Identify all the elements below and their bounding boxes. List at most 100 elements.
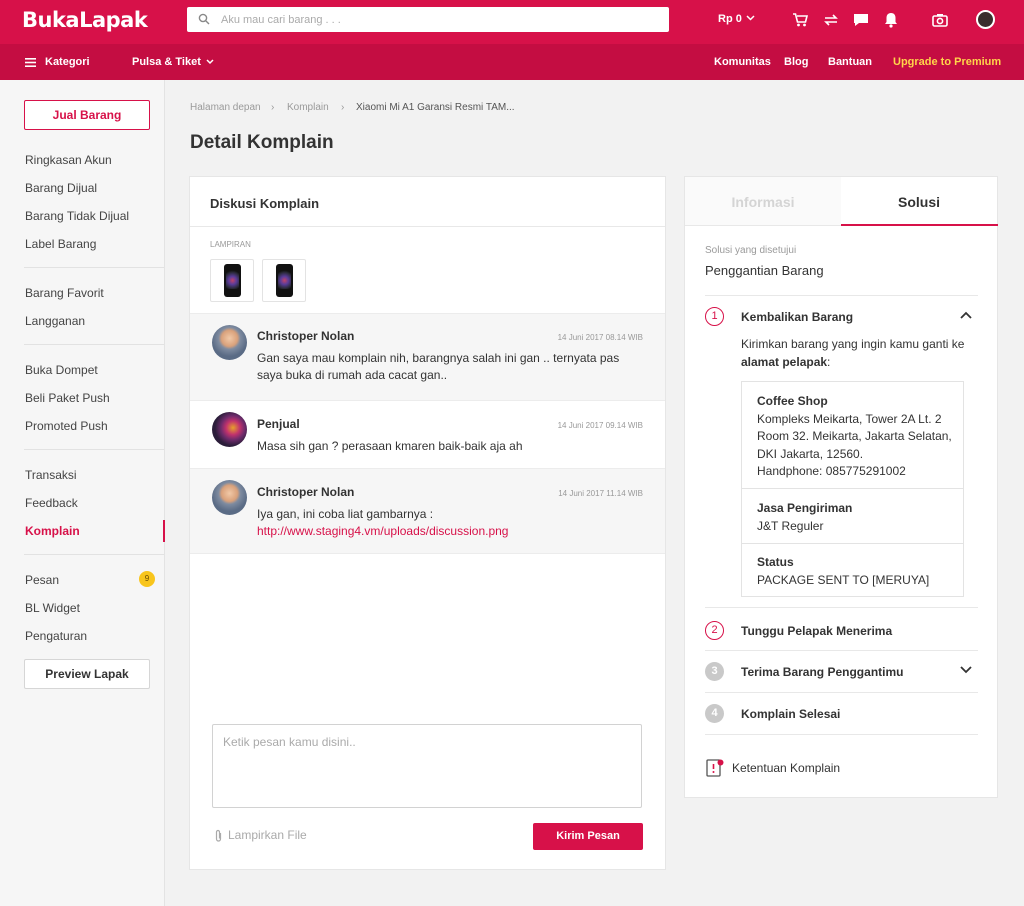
avatar (212, 480, 247, 515)
preview-lapak-button[interactable]: Preview Lapak (24, 659, 150, 689)
divider (705, 607, 978, 608)
nav-komunitas[interactable]: Komunitas (714, 56, 771, 68)
nav-bar: Kategori Pulsa & Tiket Komunitas Blog Ba… (0, 44, 1024, 80)
attach-file-label: Lampirkan File (228, 828, 307, 842)
attachment-thumbnail[interactable] (262, 259, 306, 302)
status-title: Status (757, 555, 794, 569)
avatar (212, 325, 247, 360)
step-label[interactable]: Terima Barang Penggantimu (741, 665, 903, 679)
document-alert-icon (706, 759, 724, 777)
chevron-down-icon[interactable] (746, 15, 755, 21)
sidebar-item-komplain[interactable]: Komplain (25, 524, 80, 538)
attachment-thumbnail[interactable] (210, 259, 254, 302)
tab-solusi[interactable]: Solusi (841, 177, 997, 226)
jual-barang-button[interactable]: Jual Barang (24, 100, 150, 130)
step-label[interactable]: Komplain Selesai (741, 707, 840, 721)
pesan-count-badge: 9 (139, 571, 155, 587)
message-time: 14 Juni 2017 11.14 WIB (558, 489, 643, 498)
chevron-up-icon[interactable] (960, 311, 972, 319)
cart-icon[interactable] (791, 11, 809, 29)
shipping-section: Jasa Pengiriman J&T Reguler (757, 500, 852, 535)
solution-card: Informasi Solusi Solusi yang disetujui P… (684, 176, 998, 798)
message-time: 14 Juni 2017 09.14 WIB (557, 421, 643, 430)
sidebar-item-beli-paket-push[interactable]: Beli Paket Push (25, 391, 110, 405)
status-value: PACKAGE SENT TO [MERUYA] (757, 572, 930, 587)
divider (705, 734, 978, 735)
breadcrumb-komplain[interactable]: Komplain (287, 102, 329, 113)
sidebar-item-label-barang[interactable]: Label Barang (25, 237, 96, 251)
nav-blog[interactable]: Blog (784, 56, 808, 68)
sidebar-divider (24, 554, 164, 555)
breadcrumb-separator: › (341, 102, 345, 113)
balance-text[interactable]: Rp 0 (718, 13, 742, 25)
nav-upgrade-premium[interactable]: Upgrade to Premium (893, 56, 1001, 68)
divider (705, 692, 978, 693)
address-section: Coffee Shop Kompleks Meikarta, Tower 2A … (757, 393, 957, 481)
message-text-body: Iya gan, ini coba liat gambarnya : (257, 507, 434, 521)
sidebar-item-barang-tidak-dijual[interactable]: Barang Tidak Dijual (25, 209, 129, 223)
paperclip-icon (215, 829, 222, 842)
bukalapak-logo[interactable]: BukaLapak (22, 8, 148, 32)
search-input[interactable] (221, 7, 661, 32)
sidebar-item-langganan[interactable]: Langganan (25, 314, 85, 328)
agreed-solution-value: Penggantian Barang (705, 263, 824, 278)
message-author: Penjual (257, 417, 300, 431)
top-bar: BukaLapak Rp 0 (0, 0, 1024, 44)
breadcrumb-current: Xiaomi Mi A1 Garansi Resmi TAM... (356, 102, 515, 113)
nav-kategori[interactable]: Kategori (45, 56, 90, 68)
message-time: 14 Juni 2017 08.14 WIB (557, 333, 643, 342)
breadcrumb-home[interactable]: Halaman depan (190, 102, 261, 113)
search-icon (198, 13, 210, 25)
discussion-title: Diskusi Komplain (210, 196, 320, 211)
sidebar-item-ringkasan-akun[interactable]: Ringkasan Akun (25, 153, 112, 167)
agreed-solution-label: Solusi yang disetujui (705, 245, 797, 256)
sidebar-item-promoted-push[interactable]: Promoted Push (25, 419, 108, 433)
sidebar-item-barang-favorit[interactable]: Barang Favorit (25, 286, 104, 300)
step-label[interactable]: Tunggu Pelapak Menerima (741, 624, 892, 638)
step-label[interactable]: Kembalikan Barang (741, 310, 853, 324)
sidebar-item-barang-dijual[interactable]: Barang Dijual (25, 181, 97, 195)
send-message-button[interactable]: Kirim Pesan (533, 823, 643, 850)
message-item: Penjual 14 Juni 2017 09.14 WIB Masa sih … (190, 400, 665, 468)
step-description: Kirimkan barang yang ingin kamu ganti ke… (741, 337, 965, 369)
address-title: Coffee Shop (757, 394, 828, 408)
camera-icon[interactable] (931, 11, 949, 29)
shipping-info-box: Coffee Shop Kompleks Meikarta, Tower 2A … (741, 381, 964, 597)
bell-icon[interactable] (882, 11, 900, 29)
step-number: 1 (705, 307, 724, 326)
shipping-value: J&T Reguler (757, 518, 824, 533)
sidebar-item-pengaturan[interactable]: Pengaturan (25, 629, 87, 643)
menu-icon[interactable] (25, 58, 36, 67)
attachment-label: LAMPIRAN (210, 240, 251, 249)
message-author: Christoper Nolan (257, 485, 355, 499)
status-section: Status PACKAGE SENT TO [MERUYA] (757, 554, 929, 589)
transaction-icon[interactable] (822, 11, 840, 29)
sidebar: Jual Barang Ringkasan Akun Barang Dijual… (0, 80, 165, 906)
divider (705, 650, 978, 651)
sidebar-item-buka-dompet[interactable]: Buka Dompet (25, 363, 98, 377)
user-avatar[interactable] (976, 10, 995, 29)
tab-informasi[interactable]: Informasi (685, 177, 841, 226)
message-text: Gan saya mau komplain nih, barangnya sal… (257, 351, 620, 382)
divider (705, 295, 978, 296)
sidebar-divider (24, 449, 164, 450)
chevron-down-icon[interactable] (960, 666, 972, 674)
sidebar-item-feedback[interactable]: Feedback (25, 496, 78, 510)
page-title: Detail Komplain (190, 132, 334, 153)
chevron-down-icon[interactable] (206, 59, 214, 65)
message-link[interactable]: http://www.staging4.vm/uploads/discussio… (257, 524, 508, 538)
sidebar-item-bl-widget[interactable]: BL Widget (25, 601, 80, 615)
sidebar-item-transaksi[interactable]: Transaksi (25, 468, 77, 482)
step-number: 3 (705, 662, 724, 681)
message-input[interactable] (212, 724, 642, 808)
nav-pulsa-tiket[interactable]: Pulsa & Tiket (132, 56, 201, 68)
search-box[interactable] (187, 7, 669, 32)
avatar (212, 412, 247, 447)
active-tab-indicator (841, 224, 998, 226)
divider (190, 226, 665, 227)
divider (742, 543, 963, 544)
sidebar-item-pesan[interactable]: Pesan (25, 573, 59, 587)
message-icon[interactable] (852, 11, 870, 29)
message-text: Iya gan, ini coba liat gambarnya : http:… (257, 506, 642, 540)
nav-bantuan[interactable]: Bantuan (828, 56, 872, 68)
